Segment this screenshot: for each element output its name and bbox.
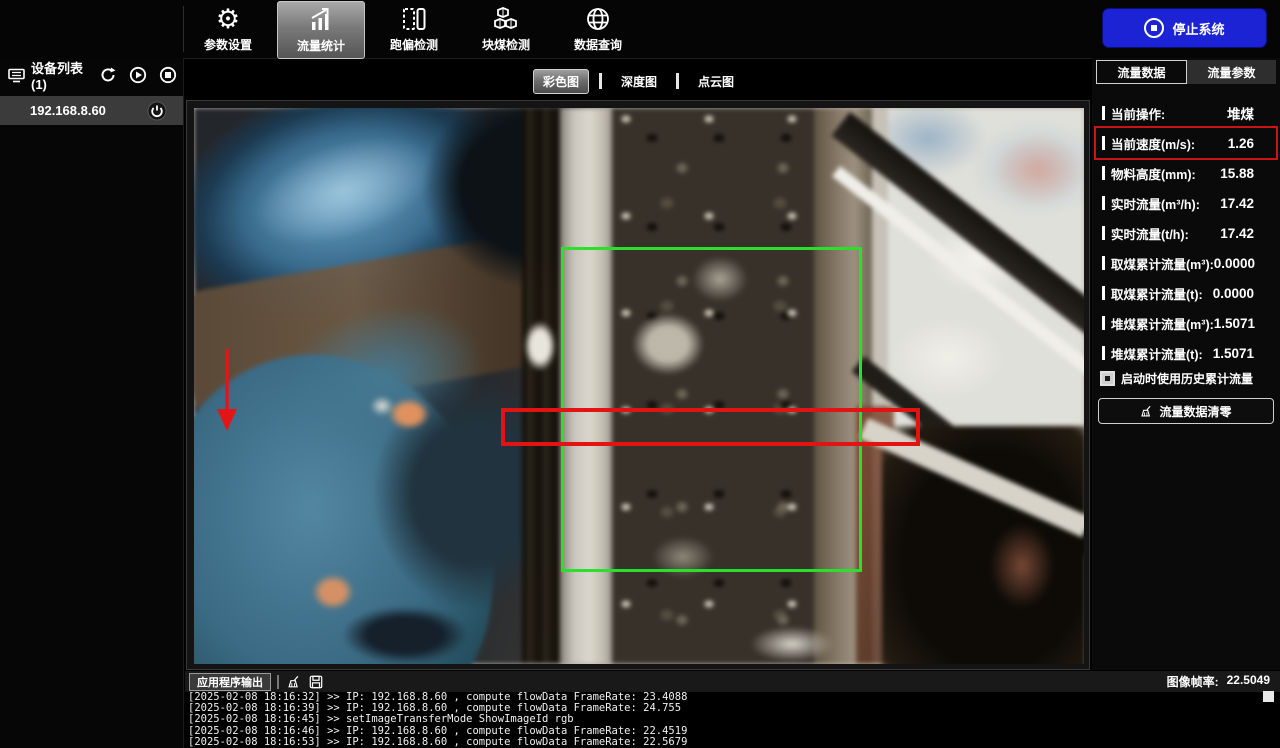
nav-label: 参数设置	[204, 36, 252, 53]
checkbox-icon	[1100, 371, 1115, 386]
frame-rate-value: 22.5049	[1227, 673, 1270, 690]
stop-system-button[interactable]: 停止系统	[1103, 9, 1266, 47]
row-take-coal-total-m3: 取煤累计流量(m³): 0.0000	[1096, 248, 1276, 278]
nav-flow-statistics[interactable]: 流量统计	[277, 1, 365, 59]
coal-lumps-icon	[493, 5, 519, 33]
clear-log-icon[interactable]	[285, 674, 303, 690]
value-pile-coal-total-m3: 1.5071	[1214, 316, 1255, 331]
stop-icon	[1144, 18, 1164, 38]
value-current-speed: 1.26	[1228, 136, 1254, 151]
nav-label: 跑偏检测	[390, 36, 438, 53]
checkbox-label: 启动时使用历史累计流量	[1121, 370, 1253, 387]
flow-data-rows: 当前操作: 堆煤 当前速度(m/s): 1.26 物料高度(mm): 15.88…	[1096, 98, 1276, 368]
value-realtime-flow-m3h: 17.42	[1220, 196, 1254, 211]
nav-label: 数据查询	[574, 36, 622, 53]
top-toolbar: ⚙ 参数设置 流量统计 跑偏检测	[0, 0, 1280, 59]
image-view-tabs: 彩色图 深度图 点云图	[186, 64, 1090, 98]
value-current-operation: 堆煤	[1227, 103, 1254, 123]
frame-rate-label: 图像帧率:	[1167, 673, 1219, 690]
tab-depth-image[interactable]: 深度图	[612, 70, 666, 93]
start-device-icon[interactable]	[129, 65, 147, 85]
main-nav: ⚙ 参数设置 流量统计 跑偏检测	[185, 0, 641, 58]
device-power-icon[interactable]	[147, 101, 167, 121]
value-pile-coal-total-t: 1.5071	[1213, 346, 1254, 361]
flow-panel: 流量数据 流量参数 当前操作: 堆煤 当前速度(m/s): 1.26 物料高度(…	[1092, 58, 1280, 670]
tab-flow-params[interactable]: 流量参数	[1187, 60, 1276, 84]
row-current-operation: 当前操作: 堆煤	[1096, 98, 1276, 128]
nav-deviation-detect[interactable]: 跑偏检测	[371, 1, 457, 57]
tab-separator	[676, 73, 679, 89]
camera-view	[194, 108, 1084, 664]
device-list-header: 设备列表(1)	[0, 58, 183, 92]
tab-pointcloud-image[interactable]: 点云图	[689, 70, 743, 93]
stop-device-icon[interactable]	[159, 65, 177, 85]
globe-icon	[585, 5, 611, 33]
toolbar-divider	[183, 6, 184, 52]
clear-button-label: 流量数据清零	[1159, 403, 1231, 420]
log-line: [2025-02-08 18:16:45] >> setImageTransfe…	[188, 714, 1280, 725]
history-total-checkbox[interactable]: 启动时使用历史累计流量	[1100, 370, 1253, 387]
log-toolbar-separator	[277, 675, 279, 689]
row-take-coal-total-t: 取煤累计流量(t): 0.0000	[1096, 278, 1276, 308]
nav-coal-lump-detect[interactable]: 块煤检测	[463, 1, 549, 57]
log-line: [2025-02-08 18:16:53] >> IP: 192.168.8.6…	[188, 737, 1280, 748]
resize-grip[interactable]	[1263, 691, 1274, 702]
row-material-height: 物料高度(mm): 15.88	[1096, 158, 1276, 188]
clear-flow-data-button[interactable]: 流量数据清零	[1098, 398, 1274, 424]
frame-rate-status: 图像帧率: 22.5049	[1167, 673, 1270, 690]
value-take-coal-total-m3: 0.0000	[1214, 256, 1255, 271]
log-toolbar: 应用程序输出 图像帧率: 22.5049	[185, 671, 1280, 692]
nav-label: 块煤检测	[482, 36, 530, 53]
tab-color-image[interactable]: 彩色图	[533, 69, 589, 94]
value-take-coal-total-t: 0.0000	[1213, 286, 1254, 301]
nav-param-settings[interactable]: ⚙ 参数设置	[185, 1, 271, 57]
log-output[interactable]: [2025-02-08 18:16:32] >> IP: 192.168.8.6…	[185, 692, 1280, 748]
save-log-icon[interactable]	[307, 674, 325, 690]
device-row[interactable]: 192.168.8.60	[0, 96, 183, 125]
refresh-devices-icon[interactable]	[99, 65, 117, 85]
nav-data-query[interactable]: 数据查询	[555, 1, 641, 57]
row-pile-coal-total-m3: 堆煤累计流量(m³): 1.5071	[1096, 308, 1276, 338]
nav-label: 流量统计	[297, 37, 345, 54]
flow-panel-tabs: 流量数据 流量参数	[1096, 60, 1276, 84]
value-material-height: 15.88	[1220, 166, 1254, 181]
row-pile-coal-total-t: 堆煤累计流量(t): 1.5071	[1096, 338, 1276, 368]
device-list-icon	[8, 68, 25, 83]
row-realtime-flow-th: 实时流量(t/h): 17.42	[1096, 218, 1276, 248]
device-list-title: 设备列表(1)	[31, 58, 87, 92]
app-output-tab[interactable]: 应用程序输出	[189, 673, 271, 691]
flow-chart-icon	[308, 6, 334, 34]
value-realtime-flow-th: 17.42	[1220, 226, 1254, 241]
camera-view-frame	[186, 100, 1090, 670]
tab-flow-data[interactable]: 流量数据	[1096, 60, 1187, 84]
flow-direction-arrow	[212, 343, 244, 439]
tab-separator	[599, 73, 602, 89]
measure-line-roi-red	[501, 408, 920, 446]
gear-icon: ⚙	[216, 5, 240, 33]
device-ip: 192.168.8.60	[30, 103, 106, 118]
broom-icon	[1140, 405, 1153, 418]
row-current-speed: 当前速度(m/s): 1.26	[1096, 128, 1276, 158]
stop-system-label: 停止系统	[1172, 19, 1224, 38]
deviation-icon	[401, 5, 427, 33]
row-realtime-flow-m3h: 实时流量(m³/h): 17.42	[1096, 188, 1276, 218]
device-sidebar: 设备列表(1) 192.168.8.60	[0, 58, 184, 748]
